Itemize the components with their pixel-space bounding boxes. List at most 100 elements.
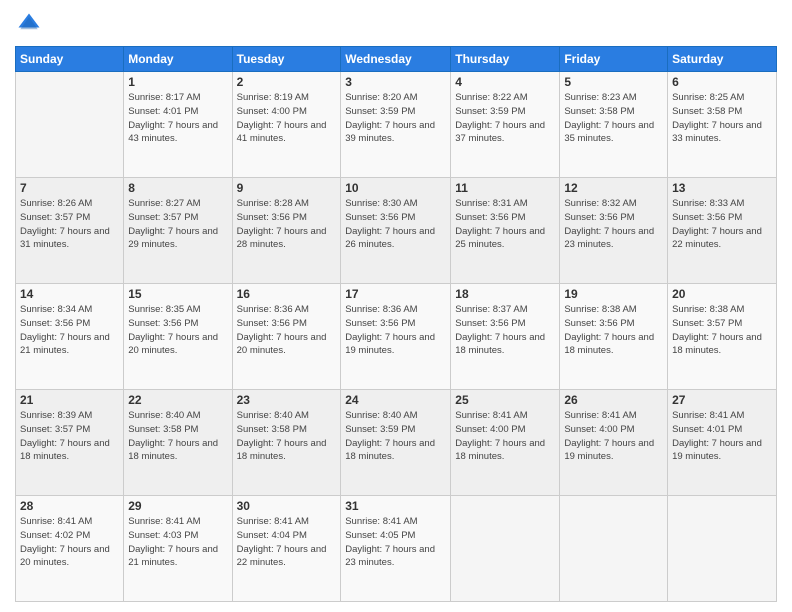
day-number: 3 — [345, 75, 446, 89]
day-info: Sunrise: 8:34 AMSunset: 3:56 PMDaylight:… — [20, 303, 119, 358]
day-info: Sunrise: 8:40 AMSunset: 3:59 PMDaylight:… — [345, 409, 446, 464]
calendar-cell: 6Sunrise: 8:25 AMSunset: 3:58 PMDaylight… — [668, 72, 777, 178]
day-info: Sunrise: 8:41 AMSunset: 4:00 PMDaylight:… — [455, 409, 555, 464]
day-number: 18 — [455, 287, 555, 301]
calendar-cell: 22 Sunrise: 8:40 AMSunset: 3:58 PMDayligh… — [124, 390, 232, 496]
calendar-cell: 3Sunrise: 8:20 AMSunset: 3:59 PMDaylight… — [341, 72, 451, 178]
day-number: 15 — [128, 287, 227, 301]
day-number: 12 — [564, 181, 663, 195]
calendar-cell: 12 Sunrise: 8:32 AMSunset: 3:56 PMDayligh… — [560, 178, 668, 284]
day-info: Sunrise: 8:40 AMSunset: 3:58 PMDaylight:… — [237, 409, 337, 464]
day-number: 11 — [455, 181, 555, 195]
day-number: 23 — [237, 393, 337, 407]
day-info: Sunrise: 8:38 AMSunset: 3:57 PMDaylight:… — [672, 303, 772, 358]
day-info: Sunrise: 8:41 AMSunset: 4:01 PMDaylight:… — [672, 409, 772, 464]
day-number: 2 — [237, 75, 337, 89]
calendar-cell: 25 Sunrise: 8:41 AMSunset: 4:00 PMDayligh… — [451, 390, 560, 496]
calendar-header-tuesday: Tuesday — [232, 47, 341, 72]
calendar-header-saturday: Saturday — [668, 47, 777, 72]
calendar-cell: 4 Sunrise: 8:22 AMSunset: 3:59 PMDaylight… — [451, 72, 560, 178]
day-number: 21 — [20, 393, 119, 407]
day-number: 1 — [128, 75, 227, 89]
day-info: Sunrise: 8:40 AMSunset: 3:58 PMDaylight:… — [128, 409, 227, 464]
calendar-cell — [560, 496, 668, 602]
header — [15, 10, 777, 38]
day-number: 10 — [345, 181, 446, 195]
day-number: 17 — [345, 287, 446, 301]
day-number: 14 — [20, 287, 119, 301]
calendar-cell: 17 Sunrise: 8:36 AMSunset: 3:56 PMDayligh… — [341, 284, 451, 390]
day-number: 6 — [672, 75, 772, 89]
calendar-cell: 9 Sunrise: 8:28 AMSunset: 3:56 PMDaylight… — [232, 178, 341, 284]
day-info: Sunrise: 8:19 AMSunset: 4:00 PMDaylight:… — [237, 91, 337, 146]
day-number: 16 — [237, 287, 337, 301]
calendar-cell: 2 Sunrise: 8:19 AMSunset: 4:00 PMDaylight… — [232, 72, 341, 178]
day-number: 30 — [237, 499, 337, 513]
calendar-cell: 30 Sunrise: 8:41 AMSunset: 4:04 PMDayligh… — [232, 496, 341, 602]
day-info: Sunrise: 8:39 AMSunset: 3:57 PMDaylight:… — [20, 409, 119, 464]
day-info: Sunrise: 8:41 AMSunset: 4:04 PMDaylight:… — [237, 515, 337, 570]
calendar-header-monday: Monday — [124, 47, 232, 72]
day-number: 26 — [564, 393, 663, 407]
calendar-cell — [16, 72, 124, 178]
day-info: Sunrise: 8:37 AMSunset: 3:56 PMDaylight:… — [455, 303, 555, 358]
calendar-cell: 16 Sunrise: 8:36 AMSunset: 3:56 PMDayligh… — [232, 284, 341, 390]
day-info: Sunrise: 8:33 AMSunset: 3:56 PMDaylight:… — [672, 197, 772, 252]
calendar-cell: 7Sunrise: 8:26 AMSunset: 3:57 PMDaylight… — [16, 178, 124, 284]
calendar-cell: 31Sunrise: 8:41 AMSunset: 4:05 PMDayligh… — [341, 496, 451, 602]
calendar-cell — [451, 496, 560, 602]
day-info: Sunrise: 8:17 AMSunset: 4:01 PMDaylight:… — [128, 91, 227, 146]
calendar-header-friday: Friday — [560, 47, 668, 72]
logo-icon — [15, 10, 43, 38]
calendar-cell: 13 Sunrise: 8:33 AMSunset: 3:56 PMDayligh… — [668, 178, 777, 284]
day-number: 27 — [672, 393, 772, 407]
calendar-cell: 18 Sunrise: 8:37 AMSunset: 3:56 PMDayligh… — [451, 284, 560, 390]
calendar-cell: 24Sunrise: 8:40 AMSunset: 3:59 PMDayligh… — [341, 390, 451, 496]
calendar-cell: 20 Sunrise: 8:38 AMSunset: 3:57 PMDayligh… — [668, 284, 777, 390]
day-info: Sunrise: 8:31 AMSunset: 3:56 PMDaylight:… — [455, 197, 555, 252]
calendar-cell: 23 Sunrise: 8:40 AMSunset: 3:58 PMDayligh… — [232, 390, 341, 496]
day-number: 5 — [564, 75, 663, 89]
day-info: Sunrise: 8:41 AMSunset: 4:03 PMDaylight:… — [128, 515, 227, 570]
day-info: Sunrise: 8:36 AMSunset: 3:56 PMDaylight:… — [345, 303, 446, 358]
calendar-header-sunday: Sunday — [16, 47, 124, 72]
day-info: Sunrise: 8:26 AMSunset: 3:57 PMDaylight:… — [20, 197, 119, 252]
day-number: 20 — [672, 287, 772, 301]
calendar-header-thursday: Thursday — [451, 47, 560, 72]
day-number: 9 — [237, 181, 337, 195]
calendar-cell: 19 Sunrise: 8:38 AMSunset: 3:56 PMDayligh… — [560, 284, 668, 390]
calendar-week-row: 14 Sunrise: 8:34 AMSunset: 3:56 PMDayligh… — [16, 284, 777, 390]
calendar-cell: 5 Sunrise: 8:23 AMSunset: 3:58 PMDaylight… — [560, 72, 668, 178]
calendar-cell: 14 Sunrise: 8:34 AMSunset: 3:56 PMDayligh… — [16, 284, 124, 390]
logo — [15, 10, 47, 38]
calendar-table: SundayMondayTuesdayWednesdayThursdayFrid… — [15, 46, 777, 602]
day-info: Sunrise: 8:30 AMSunset: 3:56 PMDaylight:… — [345, 197, 446, 252]
calendar-week-row: 28Sunrise: 8:41 AMSunset: 4:02 PMDayligh… — [16, 496, 777, 602]
day-number: 29 — [128, 499, 227, 513]
calendar-cell: 28Sunrise: 8:41 AMSunset: 4:02 PMDayligh… — [16, 496, 124, 602]
day-info: Sunrise: 8:35 AMSunset: 3:56 PMDaylight:… — [128, 303, 227, 358]
day-number: 25 — [455, 393, 555, 407]
day-number: 13 — [672, 181, 772, 195]
calendar-cell: 21 Sunrise: 8:39 AMSunset: 3:57 PMDayligh… — [16, 390, 124, 496]
calendar-header-wednesday: Wednesday — [341, 47, 451, 72]
calendar-cell: 15 Sunrise: 8:35 AMSunset: 3:56 PMDayligh… — [124, 284, 232, 390]
calendar-week-row: 21 Sunrise: 8:39 AMSunset: 3:57 PMDayligh… — [16, 390, 777, 496]
calendar-cell: 8Sunrise: 8:27 AMSunset: 3:57 PMDaylight… — [124, 178, 232, 284]
day-info: Sunrise: 8:36 AMSunset: 3:56 PMDaylight:… — [237, 303, 337, 358]
day-info: Sunrise: 8:22 AMSunset: 3:59 PMDaylight:… — [455, 91, 555, 146]
day-info: Sunrise: 8:38 AMSunset: 3:56 PMDaylight:… — [564, 303, 663, 358]
day-info: Sunrise: 8:32 AMSunset: 3:56 PMDaylight:… — [564, 197, 663, 252]
day-info: Sunrise: 8:23 AMSunset: 3:58 PMDaylight:… — [564, 91, 663, 146]
calendar-week-row: 1 Sunrise: 8:17 AMSunset: 4:01 PMDaylight… — [16, 72, 777, 178]
day-info: Sunrise: 8:41 AMSunset: 4:00 PMDaylight:… — [564, 409, 663, 464]
calendar-cell — [668, 496, 777, 602]
day-number: 22 — [128, 393, 227, 407]
calendar-cell: 10 Sunrise: 8:30 AMSunset: 3:56 PMDayligh… — [341, 178, 451, 284]
day-number: 4 — [455, 75, 555, 89]
day-number: 8 — [128, 181, 227, 195]
day-info: Sunrise: 8:28 AMSunset: 3:56 PMDaylight:… — [237, 197, 337, 252]
day-number: 19 — [564, 287, 663, 301]
day-info: Sunrise: 8:41 AMSunset: 4:05 PMDaylight:… — [345, 515, 446, 570]
day-info: Sunrise: 8:41 AMSunset: 4:02 PMDaylight:… — [20, 515, 119, 570]
